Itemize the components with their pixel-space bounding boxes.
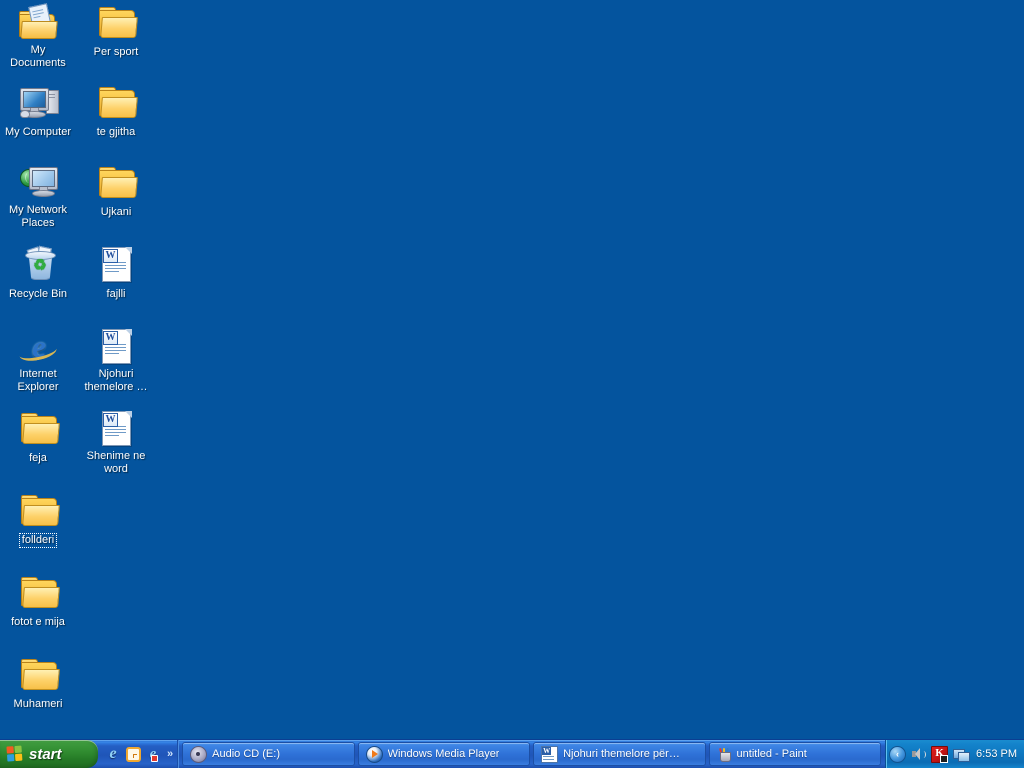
folder-icon	[0, 656, 76, 694]
start-button[interactable]: start	[0, 740, 98, 768]
desktop-icon[interactable]: W Njohuri themelore …	[78, 328, 154, 395]
desktop-icon[interactable]: follderi	[0, 492, 76, 548]
my-documents-icon	[0, 3, 76, 42]
recycle-bin-icon: ♻	[0, 245, 76, 284]
folder-icon	[0, 574, 76, 612]
taskbar-task-label: Audio CD (E:)	[212, 748, 280, 760]
desktop-icon[interactable]: fotot e mija	[0, 574, 76, 630]
my-network-places-icon	[0, 164, 76, 202]
taskbar: start e e » Audio CD (E:) Windows Media P…	[0, 739, 1024, 768]
desktop-icon-label: My Documents	[10, 44, 66, 69]
desktop-icon-label: My Network Places	[8, 204, 68, 229]
desktop-icon-label: Recycle Bin	[8, 288, 68, 300]
taskbar-task-label: Windows Media Player	[387, 748, 500, 760]
desktop-icon[interactable]: My Documents	[0, 3, 76, 71]
folder-icon	[78, 84, 154, 122]
desktop-icon-label: Ujkani	[100, 206, 132, 218]
desktop-icon-label: Njohuri themelore …	[84, 368, 148, 393]
tray-expand-chevron-icon[interactable]: ‹	[889, 745, 907, 763]
desktop-icon[interactable]: te gjitha	[78, 84, 154, 140]
desktop-icon-label: My Computer	[4, 126, 72, 138]
desktop-icon[interactable]: feja	[0, 410, 76, 466]
quicklaunch-ie-shortcut-icon[interactable]: e	[144, 745, 162, 763]
word-document-icon	[541, 745, 559, 763]
word-document-icon: W	[78, 246, 154, 284]
quicklaunch-clock-icon[interactable]	[124, 745, 142, 763]
desktop-icon-label: fotot e mija	[11, 616, 65, 628]
desktop-icon-label: Internet Explorer	[17, 368, 59, 393]
volume-icon[interactable]	[911, 747, 927, 762]
desktop-icon[interactable]: ♻ Recycle Bin	[0, 245, 76, 302]
taskbar-task-label: Njohuri themelore për…	[563, 748, 680, 760]
taskbar-task-button[interactable]: untitled - Paint	[708, 742, 881, 766]
quicklaunch-internet-explorer-icon[interactable]: e	[104, 745, 122, 763]
desktop-icon-label: follderi	[18, 533, 58, 548]
quicklaunch-overflow-chevron-icon[interactable]: »	[164, 745, 175, 763]
desktop[interactable]: My Documents Per sport My Computer te gjith…	[0, 0, 1024, 740]
internet-explorer-icon: e	[0, 328, 76, 366]
desktop-icon[interactable]: W Shenime ne word	[78, 410, 154, 477]
quick-launch-bar: e e »	[98, 740, 179, 768]
desktop-icon-label: Shenime ne word	[86, 450, 146, 475]
desktop-icon[interactable]: Ujkani	[78, 164, 154, 220]
folder-icon	[0, 492, 76, 530]
desktop-icon[interactable]: e Internet Explorer	[0, 328, 76, 395]
desktop-icon[interactable]: Per sport	[78, 4, 154, 60]
desktop-icon-label: Muhameri	[13, 698, 63, 710]
taskbar-task-button[interactable]: Njohuri themelore për…	[533, 742, 706, 766]
taskbar-clock[interactable]: 6:53 PM	[976, 748, 1017, 760]
windows-media-player-icon	[365, 745, 383, 763]
taskbar-task-button[interactable]: Audio CD (E:)	[182, 742, 355, 766]
kaspersky-icon[interactable]: K	[931, 745, 949, 763]
task-button-list: Audio CD (E:) Windows Media Player Njohuri…	[178, 740, 885, 768]
folder-icon	[0, 410, 76, 448]
desktop-icon-label: te gjitha	[96, 126, 136, 138]
desktop-icon-label: feja	[29, 452, 47, 464]
desktop-icon[interactable]: My Computer	[0, 84, 76, 140]
taskbar-task-label: untitled - Paint	[736, 748, 807, 760]
system-tray: ‹ K 6:53 PM	[885, 740, 1024, 768]
windows-logo-icon	[6, 745, 24, 763]
network-icon[interactable]	[953, 747, 971, 762]
folder-icon	[78, 4, 154, 42]
desktop-icon[interactable]: Wfajlli	[78, 246, 154, 302]
desktop-icon[interactable]: My Network Places	[0, 164, 76, 231]
cd-audio-icon	[190, 745, 208, 763]
taskbar-task-button[interactable]: Windows Media Player	[357, 742, 531, 766]
word-document-icon: W	[78, 328, 154, 366]
desktop-icon-label: fajlli	[106, 288, 126, 300]
start-button-label: start	[29, 745, 62, 763]
folder-icon	[78, 164, 154, 202]
paint-icon	[717, 747, 732, 762]
desktop-icon[interactable]: Muhameri	[0, 656, 76, 712]
my-computer-icon	[0, 84, 76, 122]
word-document-icon: W	[78, 410, 154, 448]
desktop-icon-label: Per sport	[93, 46, 139, 58]
